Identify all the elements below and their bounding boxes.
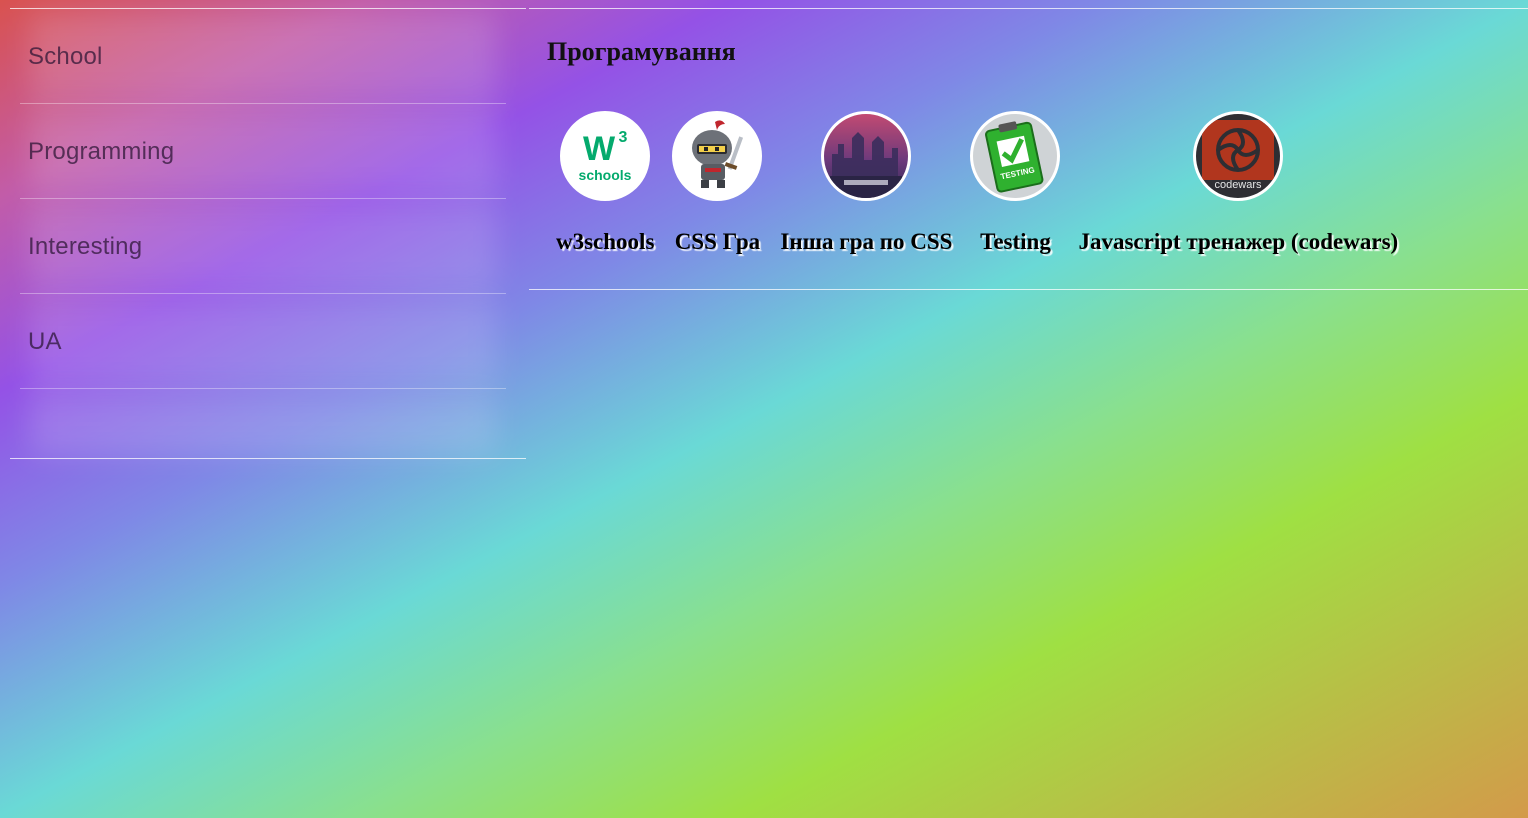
sidebar-spacer [10,389,526,459]
link-label: Javascript тренажер (codewars) [1078,229,1399,254]
link-testing[interactable]: TESTING Testing [961,111,1069,255]
sidebar-item-label: Programming [28,137,175,165]
sidebar-item-label: School [28,42,103,70]
testing-clipboard-icon: TESTING [970,111,1061,201]
link-css-game[interactable]: CSS Гра [663,111,771,255]
link-other-css-game[interactable]: Інша гра по CSS [771,111,961,255]
w3-letter: W [583,130,616,168]
w3-superscript: 3 [619,129,628,146]
links-row: W 3 schools w3schools CSS Гра Інша гра п… [547,111,1407,255]
sidebar-item-programming[interactable]: Programming [10,104,526,199]
link-label: Testing [980,229,1051,254]
page-title: Програмування [547,37,736,66]
knight-icon [672,111,763,201]
link-w3schools[interactable]: W 3 schools w3schools [547,111,663,255]
programming-panel: Програмування W 3 schools w3schools CSS … [529,8,1528,290]
sidebar: School Programming Interesting UA [10,8,526,459]
sidebar-item-label: UA [28,327,62,355]
link-label: Інша гра по CSS [780,229,953,254]
link-label: CSS Гра [674,229,761,254]
link-label: w3schools [556,229,655,254]
w3schools-logo-icon: W 3 schools [560,111,651,201]
sidebar-item-school[interactable]: School [10,9,526,104]
castle-game-icon [821,111,912,201]
codewars-logo-icon: codewars [1193,111,1284,201]
w3-schools-text: schools [579,167,632,183]
link-codewars[interactable]: codewars Javascript тренажер (codewars) [1069,111,1407,255]
codewars-text: codewars [1215,179,1263,191]
sidebar-item-ua[interactable]: UA [10,294,526,389]
sidebar-item-interesting[interactable]: Interesting [10,199,526,294]
sidebar-item-label: Interesting [28,232,143,260]
